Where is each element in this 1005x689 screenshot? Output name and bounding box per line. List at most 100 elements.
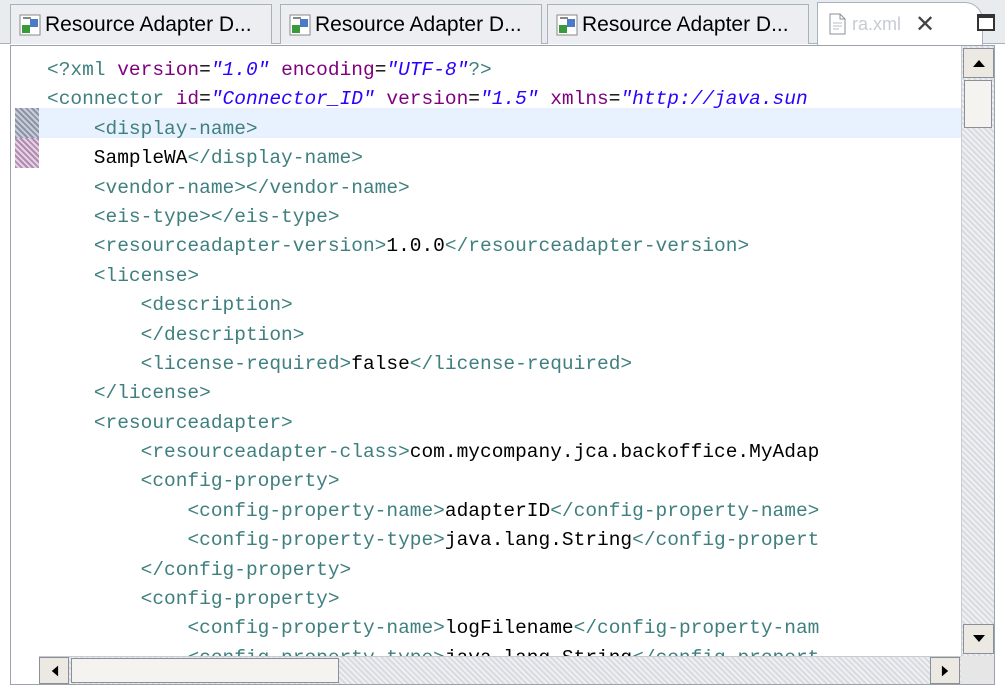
code-line: </description> — [47, 321, 959, 350]
code-token: java.lang.String — [444, 529, 633, 552]
code-line: <eis-type></eis-type> — [47, 203, 959, 232]
scroll-up-button[interactable] — [963, 48, 994, 78]
horizontal-scrollbar[interactable] — [39, 656, 961, 684]
code-token: <resourceadapter> — [93, 411, 293, 434]
vertical-scrollbar[interactable] — [961, 46, 994, 656]
scroll-down-button[interactable] — [963, 624, 994, 654]
code-token: <license-required> — [140, 352, 352, 375]
arrow-left-icon — [51, 665, 58, 676]
overview-ruler — [11, 46, 39, 656]
code-token: = — [374, 59, 387, 81]
code-line: <description> — [47, 291, 959, 320]
code-token: <vendor-name></vendor-name> — [93, 176, 410, 199]
code-line: <license-required>false</license-require… — [47, 350, 959, 379]
xml-source-editor[interactable]: <?xml version="1.0" encoding="UTF-8"?> <c… — [10, 45, 995, 685]
code-token: java.lang.String — [445, 647, 632, 656]
code-token: false — [351, 352, 410, 375]
tab-ra-xml[interactable]: ra.xml ✕ — [817, 2, 983, 45]
arrow-up-icon — [972, 60, 985, 67]
code-token: </display-name> — [187, 147, 363, 170]
code-line: </license> — [47, 379, 959, 408]
resource-adapter-icon — [289, 14, 311, 35]
code-token: SampleWA — [47, 147, 188, 170]
arrow-right-icon — [941, 665, 948, 676]
code-token: version — [386, 88, 469, 111]
code-token: </resourceadapter-version> — [444, 235, 750, 258]
code-token: <eis-type></eis-type> — [93, 205, 340, 228]
close-icon[interactable]: ✕ — [915, 12, 935, 36]
code-token: <config-property> — [140, 470, 340, 493]
tab-resource-adapter-1[interactable]: Resource Adapter D... — [10, 4, 272, 44]
code-line: SampleWA</display-name> — [47, 144, 959, 173]
code-token: "http://java.sun — [620, 88, 808, 111]
code-line: <config-property> — [47, 585, 959, 614]
code-line: <config-property-type>java.lang.String</… — [47, 644, 959, 656]
scroll-left-button[interactable] — [39, 657, 69, 684]
code-token: "1.0" — [210, 59, 270, 81]
code-line: <config-property> — [47, 467, 959, 496]
code-token: <description> — [140, 294, 293, 317]
occurrence-marker — [15, 138, 39, 168]
code-token: </license> — [93, 382, 211, 405]
code-token: "1.5" — [480, 88, 539, 111]
code-token: <resourceadapter-class> — [140, 441, 410, 464]
code-token: encoding — [281, 59, 375, 81]
maximize-icon[interactable] — [977, 14, 995, 31]
code-token: = — [608, 88, 621, 111]
code-token: version — [117, 59, 200, 81]
code-token: <resourceadapter-version> — [93, 235, 387, 258]
tab-label: Resource Adapter D... — [582, 12, 789, 36]
resource-adapter-icon — [556, 14, 578, 35]
horizontal-scroll-thumb[interactable] — [71, 658, 339, 683]
code-token: <connector — [47, 88, 176, 111]
code-token: "UTF-8" — [386, 59, 469, 81]
code-token: <display-name> — [93, 117, 258, 140]
tab-resource-adapter-2[interactable]: Resource Adapter D... — [280, 4, 542, 44]
code-token: "Connector_ID" — [210, 88, 375, 111]
code-token: </description> — [140, 323, 305, 346]
code-line: </config-property> — [47, 556, 959, 585]
code-line: <resourceadapter-class>com.mycompany.jca… — [47, 438, 959, 467]
code-token: = — [199, 88, 211, 111]
code-token: </config-propert — [632, 529, 820, 552]
code-token: id — [175, 88, 200, 111]
code-token: = — [199, 59, 211, 81]
code-line: <connector id="Connector_ID" version="1.… — [47, 85, 959, 114]
tab-resource-adapter-3[interactable]: Resource Adapter D... — [547, 4, 809, 44]
code-token: </config-property-name> — [550, 499, 820, 522]
tab-label: ra.xml — [852, 13, 901, 34]
code-line: <display-name> — [47, 115, 959, 144]
code-line: <license> — [47, 262, 959, 291]
code-line: <config-property-type>java.lang.String</… — [47, 526, 959, 555]
code-token: adapterID — [444, 499, 551, 522]
occurrence-marker — [15, 108, 39, 138]
editor-tab-bar: Resource Adapter D... Resource Adapter D… — [0, 0, 1005, 45]
code-token: = — [468, 88, 480, 111]
code-line: <vendor-name></vendor-name> — [47, 174, 959, 203]
code-token: 1.0.0 — [386, 235, 445, 258]
code-token: <config-property-name> — [187, 617, 445, 640]
code-token: <config-property> — [140, 588, 340, 611]
code-token: ?> — [468, 59, 492, 81]
code-text[interactable]: <?xml version="1.0" encoding="UTF-8"?> <c… — [47, 56, 959, 656]
scroll-right-button[interactable] — [930, 657, 960, 684]
vertical-scroll-thumb[interactable] — [964, 80, 992, 128]
code-token: logFilename — [444, 617, 574, 640]
